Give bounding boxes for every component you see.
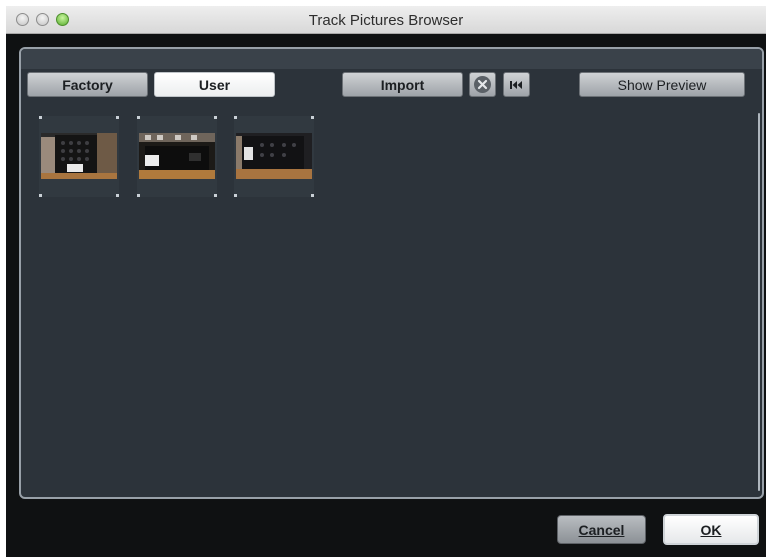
- vertical-scrollbar[interactable]: [758, 113, 760, 491]
- track-picture-thumbnail[interactable]: [137, 116, 217, 197]
- tab-factory[interactable]: Factory: [27, 72, 148, 97]
- show-preview-button[interactable]: Show Preview: [579, 72, 745, 97]
- tab-user[interactable]: User: [154, 72, 275, 97]
- track-pictures-browser-window: Track Pictures Browser Factory User Impo…: [6, 6, 766, 557]
- toolbar-band: [21, 49, 762, 69]
- thumbnail-corner: [137, 116, 140, 119]
- thumbnail-corner: [39, 116, 42, 119]
- ok-button[interactable]: OK: [663, 514, 759, 545]
- cancel-button[interactable]: Cancel: [557, 515, 646, 544]
- thumbnail-corner: [39, 194, 42, 197]
- track-picture-image: [139, 133, 215, 179]
- thumbnail-corner: [116, 194, 119, 197]
- skip-to-start-button[interactable]: [503, 72, 530, 97]
- thumbnail-corner: [234, 194, 237, 197]
- track-picture-thumbnail[interactable]: [39, 116, 119, 197]
- picture-grid[interactable]: [24, 103, 752, 495]
- thumbnail-corner: [311, 116, 314, 119]
- skip-to-start-icon: [510, 80, 522, 89]
- remove-icon: [474, 76, 491, 93]
- track-picture-image: [41, 133, 117, 179]
- thumbnail-corner: [214, 194, 217, 197]
- track-picture-image: [236, 133, 312, 179]
- import-button[interactable]: Import: [342, 72, 463, 97]
- title-bar[interactable]: Track Pictures Browser: [6, 6, 766, 34]
- thumbnail-corner: [214, 116, 217, 119]
- thumbnail-corner: [311, 194, 314, 197]
- thumbnail-corner: [137, 194, 140, 197]
- track-picture-thumbnail[interactable]: [234, 116, 314, 197]
- remove-button[interactable]: [469, 72, 496, 97]
- window-title: Track Pictures Browser: [308, 12, 464, 29]
- browser-panel: Factory User Import Show Preview: [19, 47, 764, 499]
- thumbnail-corner: [116, 116, 119, 119]
- thumbnail-corner: [234, 116, 237, 119]
